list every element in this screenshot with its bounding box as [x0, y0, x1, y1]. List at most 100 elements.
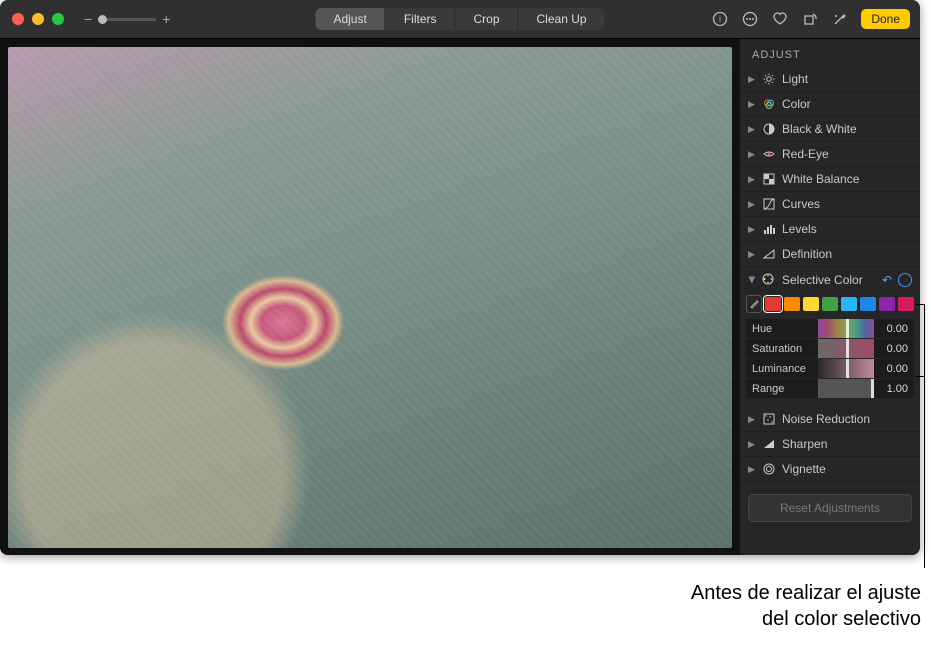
- saturation-slider[interactable]: Saturation 0.00: [746, 339, 914, 358]
- window-controls: [12, 13, 64, 25]
- luminance-slider[interactable]: Luminance 0.00: [746, 359, 914, 378]
- svg-text:i: i: [719, 14, 721, 24]
- selective-color-panel: ▶ Selective Color ↶: [740, 267, 920, 407]
- slider-label: Luminance: [746, 359, 818, 378]
- info-icon[interactable]: i: [711, 10, 729, 28]
- close-window-button[interactable]: [12, 13, 24, 25]
- hue-slider[interactable]: Hue 0.00: [746, 319, 914, 338]
- curves-icon: [762, 197, 776, 211]
- adjustment-vignette[interactable]: ▶ Vignette: [740, 457, 920, 482]
- adjustment-label: Noise Reduction: [782, 412, 912, 426]
- chevron-right-icon: ▶: [748, 124, 756, 135]
- sidebar-title: ADJUST: [740, 39, 920, 67]
- adjustment-bw[interactable]: ▶ Black & White: [740, 117, 920, 142]
- edit-mode-tabs: Adjust Filters Crop Clean Up: [315, 8, 604, 30]
- zoom-in-icon: +: [162, 11, 170, 27]
- fullscreen-window-button[interactable]: [52, 13, 64, 25]
- swatch-magenta[interactable]: [898, 297, 914, 311]
- chevron-right-icon: ▶: [748, 414, 756, 425]
- adjustment-redeye[interactable]: ▶ Red-Eye: [740, 142, 920, 167]
- chevron-right-icon: ▶: [748, 99, 756, 110]
- swatch-red[interactable]: [765, 297, 781, 311]
- adjustment-label: Light: [782, 72, 912, 86]
- adjustment-label: Curves: [782, 197, 912, 211]
- adjustment-light[interactable]: ▶ Light: [740, 67, 920, 92]
- slider-label: Saturation: [746, 339, 818, 358]
- zoom-slider[interactable]: − +: [84, 11, 170, 27]
- swatch-cyan[interactable]: [841, 297, 857, 311]
- eye-icon: [762, 147, 776, 161]
- done-button[interactable]: Done: [861, 9, 910, 29]
- auto-enhance-icon[interactable]: [831, 10, 849, 28]
- adjustment-label: Black & White: [782, 122, 912, 136]
- sharpen-icon: [762, 437, 776, 451]
- sun-icon: [762, 72, 776, 86]
- adjustment-color[interactable]: ▶ Color: [740, 92, 920, 117]
- app-window: − + Adjust Filters Crop Clean Up i Done: [0, 0, 920, 555]
- adjustment-label: Definition: [782, 247, 912, 261]
- half-circle-icon: [762, 122, 776, 136]
- adjustment-label: Color: [782, 97, 912, 111]
- adjustment-noise-reduction[interactable]: ▶ Noise Reduction: [740, 407, 920, 432]
- toolbar-right: i Done: [711, 9, 910, 29]
- slider-label: Range: [746, 379, 818, 398]
- tab-crop[interactable]: Crop: [455, 8, 518, 30]
- adjustment-label: Levels: [782, 222, 912, 236]
- color-swatches: [746, 293, 914, 319]
- chevron-right-icon: ▶: [748, 439, 756, 450]
- adjustment-label: Vignette: [782, 462, 912, 476]
- adjustment-label: White Balance: [782, 172, 912, 186]
- adjustment-selective-color[interactable]: ▶ Selective Color ↶: [746, 271, 914, 293]
- adjustment-whitebalance[interactable]: ▶ White Balance: [740, 167, 920, 192]
- chevron-right-icon: ▶: [748, 224, 756, 235]
- adjustment-levels[interactable]: ▶ Levels: [740, 217, 920, 242]
- adjustment-label: Selective Color: [782, 273, 876, 287]
- slider-value: 0.00: [874, 339, 914, 358]
- adjustments-sidebar: ADJUST ▶ Light ▶ Color ▶ Black & White: [740, 39, 920, 555]
- adjustment-label: Sharpen: [782, 437, 912, 451]
- tab-adjust[interactable]: Adjust: [315, 8, 385, 30]
- edited-photo: [8, 47, 732, 548]
- checker-icon: [762, 172, 776, 186]
- tab-cleanup[interactable]: Clean Up: [519, 8, 605, 30]
- adjustment-curves[interactable]: ▶ Curves: [740, 192, 920, 217]
- reset-adjustments-button[interactable]: Reset Adjustments: [748, 494, 912, 522]
- noise-icon: [762, 412, 776, 426]
- minimize-window-button[interactable]: [32, 13, 44, 25]
- reset-icon[interactable]: ↶: [882, 273, 892, 287]
- swatch-blue[interactable]: [860, 297, 876, 311]
- swatch-yellow[interactable]: [803, 297, 819, 311]
- swatch-purple[interactable]: [879, 297, 895, 311]
- chevron-right-icon: ▶: [748, 74, 756, 85]
- zoom-out-icon: −: [84, 11, 92, 27]
- adjustment-definition[interactable]: ▶ Definition: [740, 242, 920, 267]
- range-slider[interactable]: Range 1.00: [746, 379, 914, 398]
- slider-value: 0.00: [874, 359, 914, 378]
- slider-value: 1.00: [874, 379, 914, 398]
- enable-toggle[interactable]: [898, 273, 912, 287]
- favorite-icon[interactable]: [771, 10, 789, 28]
- more-icon[interactable]: [741, 10, 759, 28]
- selective-color-icon: [762, 273, 776, 287]
- photo-canvas[interactable]: [0, 39, 740, 555]
- adjustment-sharpen[interactable]: ▶ Sharpen: [740, 432, 920, 457]
- callout-line: [924, 304, 925, 568]
- chevron-right-icon: ▶: [748, 199, 756, 210]
- tab-filters[interactable]: Filters: [386, 8, 456, 30]
- caption-text: Antes de realizar el ajuste del color se…: [691, 580, 921, 632]
- levels-icon: [762, 222, 776, 236]
- titlebar: − + Adjust Filters Crop Clean Up i Done: [0, 0, 920, 39]
- chevron-right-icon: ▶: [748, 249, 756, 260]
- chevron-right-icon: ▶: [748, 149, 756, 160]
- slider-label: Hue: [746, 319, 818, 338]
- chevron-down-icon: ▶: [747, 276, 758, 284]
- color-rings-icon: [762, 97, 776, 111]
- swatch-orange[interactable]: [784, 297, 800, 311]
- slider-value: 0.00: [874, 319, 914, 338]
- chevron-right-icon: ▶: [748, 174, 756, 185]
- rotate-icon[interactable]: [801, 10, 819, 28]
- eyedropper-button[interactable]: [746, 295, 762, 313]
- adjustment-label: Red-Eye: [782, 147, 912, 161]
- swatch-green[interactable]: [822, 297, 838, 311]
- triangle-icon: [762, 247, 776, 261]
